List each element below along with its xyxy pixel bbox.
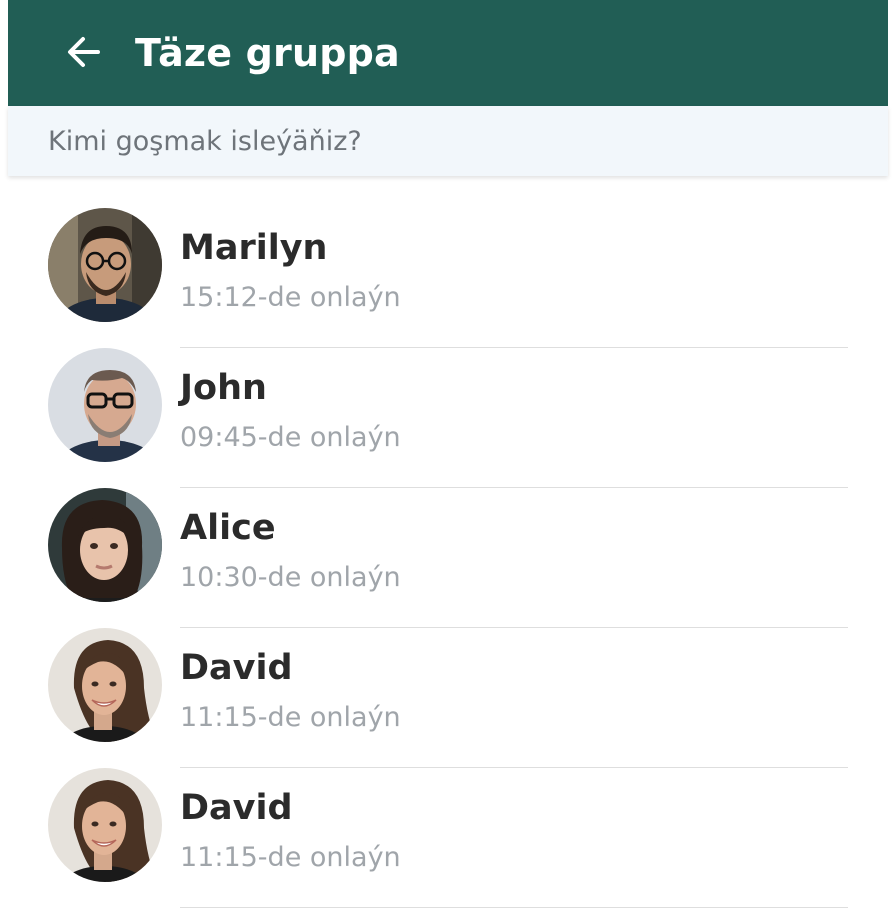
contact-item[interactable]: David 11:15-de onlaýn (0, 736, 894, 908)
search-bar (8, 106, 888, 176)
contact-status: 11:15-de onlaýn (180, 842, 401, 873)
contact-name: David (180, 788, 293, 828)
avatar (48, 768, 162, 882)
avatar (48, 348, 162, 462)
app-bar: Täze gruppa (8, 0, 888, 106)
contact-status: 15:12-de onlaýn (180, 282, 401, 313)
search-input[interactable] (48, 118, 868, 164)
back-button[interactable] (54, 28, 114, 80)
contact-item[interactable]: David 11:15-de onlaýn (0, 596, 894, 768)
avatar (48, 488, 162, 602)
contact-name: David (180, 648, 293, 688)
contact-status: 10:30-de onlaýn (180, 562, 401, 593)
contact-name: Alice (180, 508, 276, 548)
contact-item[interactable]: John 09:45-de onlaýn (0, 316, 894, 488)
arrow-left-icon (64, 32, 104, 76)
contact-name: John (180, 368, 267, 408)
contact-name: Marilyn (180, 228, 328, 268)
contact-item[interactable]: Marilyn 15:12-de onlaýn (0, 176, 894, 348)
contact-item[interactable]: Alice 10:30-de onlaýn (0, 456, 894, 628)
page-title: Täze gruppa (135, 31, 400, 75)
contact-status: 11:15-de onlaýn (180, 702, 401, 733)
avatar (48, 208, 162, 322)
avatar (48, 628, 162, 742)
contact-status: 09:45-de onlaýn (180, 422, 401, 453)
contact-list: Marilyn 15:12-de onlaýn John 09:45-de on… (0, 176, 894, 908)
